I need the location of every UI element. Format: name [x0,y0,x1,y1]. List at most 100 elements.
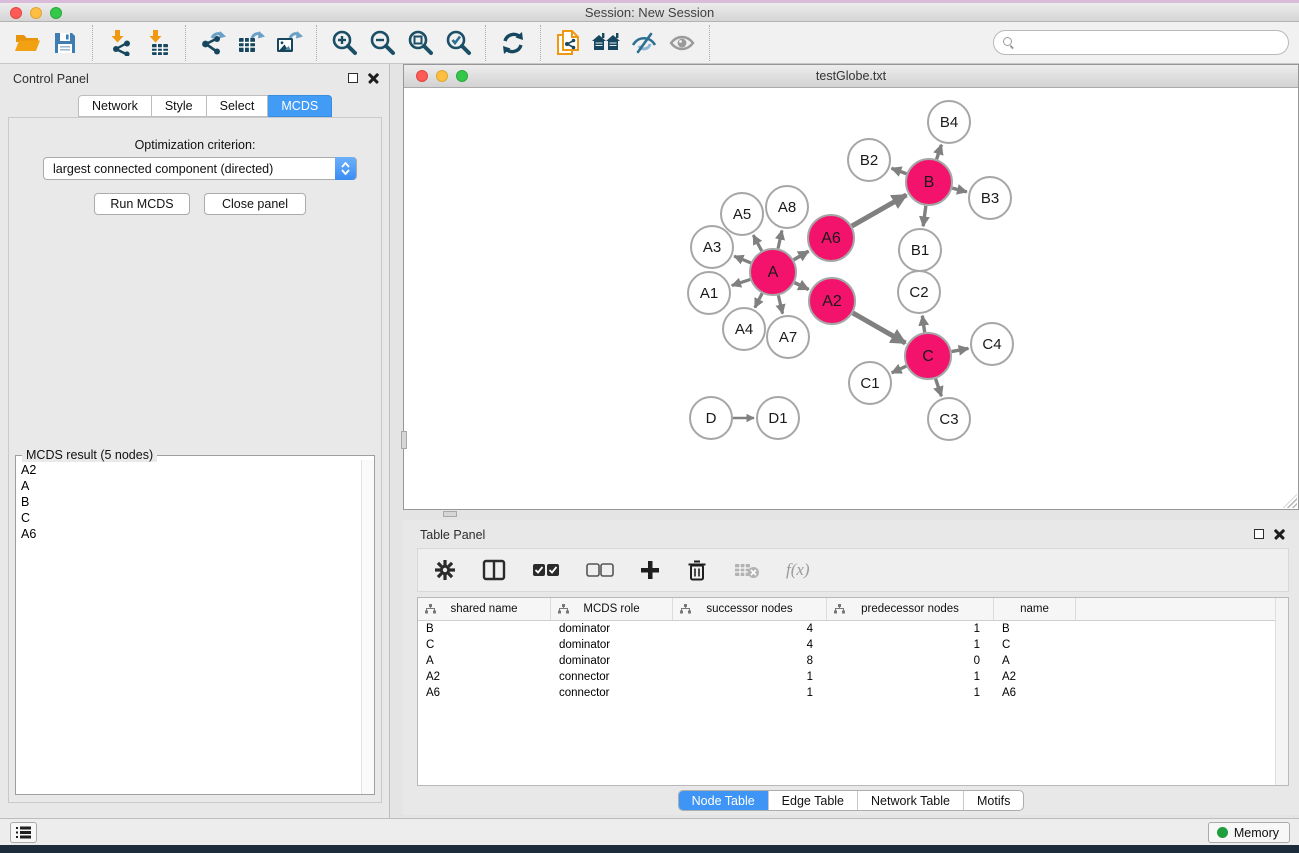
tab-edge-table[interactable]: Edge Table [768,791,857,810]
graph-node-B2[interactable]: B2 [848,139,890,181]
table-float-panel-icon[interactable] [1254,529,1264,539]
table-row[interactable]: Cdominator41C [418,637,1275,653]
search-field[interactable] [993,30,1289,55]
mcds-result-item[interactable]: C [17,510,360,526]
home-view-button[interactable] [587,26,625,60]
table-cell[interactable]: B [994,621,1076,637]
edge-B-B3[interactable] [952,188,967,192]
table-cell[interactable]: 1 [827,637,994,653]
table-cell[interactable]: A [994,653,1076,669]
table-cell[interactable]: A6 [994,685,1076,701]
table-cell[interactable]: A [418,653,551,669]
edge-A-A2[interactable] [795,283,809,290]
mcds-result-item[interactable]: A6 [17,526,360,542]
graph-node-C[interactable]: C [905,333,951,379]
save-session-button[interactable] [46,26,84,60]
network-window-titlebar[interactable]: testGlobe.txt [404,65,1298,88]
edge-A6-B[interactable] [852,195,907,226]
graph-node-A[interactable]: A [750,249,796,295]
table-cell[interactable]: C [418,637,551,653]
criterion-dropdown[interactable]: largest connected component (directed) [43,157,357,180]
memory-button[interactable]: Memory [1208,822,1290,843]
mcds-result-scrollbar[interactable] [361,460,374,794]
edge-C-C2[interactable] [922,316,924,332]
graph-node-A4[interactable]: A4 [723,308,765,350]
edge-A-A3[interactable] [734,256,751,263]
table-cell[interactable]: connector [551,669,673,685]
tab-network-table[interactable]: Network Table [857,791,963,810]
table-cell[interactable]: 1 [827,621,994,637]
edge-B-B1[interactable] [923,206,926,226]
show-graphics-details-button[interactable] [663,26,701,60]
column-header-shared-name[interactable]: shared name [418,598,551,620]
graph-node-A1[interactable]: A1 [688,272,730,314]
network-graph[interactable]: B4B2BB3A5A8A6B1A3AC2A1A2A4A7C4CC1DD1C3 [404,88,1298,509]
clone-network-button[interactable] [549,26,587,60]
tab-mcds[interactable]: MCDS [268,95,332,117]
run-mcds-button[interactable]: Run MCDS [94,193,190,215]
tab-select[interactable]: Select [207,95,269,117]
table-row[interactable]: A6connector11A6 [418,685,1275,701]
table-cell[interactable]: 4 [673,637,827,653]
export-network-button[interactable] [194,26,232,60]
table-cell[interactable]: B [418,621,551,637]
graph-node-A6[interactable]: A6 [808,215,854,261]
zoom-in-button[interactable] [325,26,363,60]
table-cell[interactable]: 1 [673,669,827,685]
column-header-successor-nodes[interactable]: successor nodes [673,598,827,620]
graph-node-D1[interactable]: D1 [757,397,799,439]
column-header-name[interactable]: name [994,598,1076,620]
edge-A-A7[interactable] [778,295,782,313]
refresh-view-button[interactable] [494,26,532,60]
tab-style[interactable]: Style [152,95,207,117]
graph-node-B4[interactable]: B4 [928,101,970,143]
create-column-button[interactable] [640,560,660,580]
edge-A2-C[interactable] [853,313,906,343]
zoom-fit-button[interactable] [401,26,439,60]
edge-C-C1[interactable] [892,366,906,373]
graph-node-A3[interactable]: A3 [691,226,733,268]
zoom-selected-button[interactable] [439,26,477,60]
edge-B-B2[interactable] [892,168,907,173]
table-cell[interactable]: A2 [994,669,1076,685]
show-column-panel-button[interactable] [482,559,506,581]
edge-B-B4[interactable] [937,145,942,159]
delete-columns-button[interactable] [686,559,708,581]
graph-node-B3[interactable]: B3 [969,177,1011,219]
graph-node-C2[interactable]: C2 [898,271,940,313]
search-input[interactable] [1014,33,1288,53]
graph-node-C3[interactable]: C3 [928,398,970,440]
float-panel-icon[interactable] [348,73,358,83]
table-cell[interactable]: A6 [418,685,551,701]
hide-graphics-details-button[interactable] [625,26,663,60]
graph-node-B1[interactable]: B1 [899,229,941,271]
edge-A-A5[interactable] [753,235,761,251]
table-cell[interactable]: dominator [551,653,673,669]
import-table-button[interactable] [139,26,177,60]
select-all-button[interactable] [532,563,560,577]
edge-A-A8[interactable] [778,230,782,248]
tab-node-table[interactable]: Node Table [679,791,768,810]
column-header-predecessor-nodes[interactable]: predecessor nodes [827,598,994,620]
column-header-MCDS-role[interactable]: MCDS role [551,598,673,620]
graph-node-C4[interactable]: C4 [971,323,1013,365]
graph-node-A5[interactable]: A5 [721,193,763,235]
import-network-button[interactable] [101,26,139,60]
close-panel-icon[interactable] [368,72,379,83]
open-session-button[interactable] [8,26,46,60]
table-row[interactable]: A2connector11A2 [418,669,1275,685]
export-table-button[interactable] [232,26,270,60]
graph-node-A8[interactable]: A8 [766,186,808,228]
table-scrollbar[interactable] [1275,598,1288,785]
function-builder-button[interactable]: f(x) [786,560,810,580]
delete-table-button[interactable] [734,561,760,579]
table-cell[interactable]: connector [551,685,673,701]
export-image-button[interactable] [270,26,308,60]
zoom-out-button[interactable] [363,26,401,60]
graph-node-D[interactable]: D [690,397,732,439]
tab-network[interactable]: Network [78,95,152,117]
table-close-panel-icon[interactable] [1274,528,1285,539]
edge-A-A1[interactable] [732,279,750,285]
table-cell[interactable]: 0 [827,653,994,669]
table-cell[interactable]: 1 [827,669,994,685]
